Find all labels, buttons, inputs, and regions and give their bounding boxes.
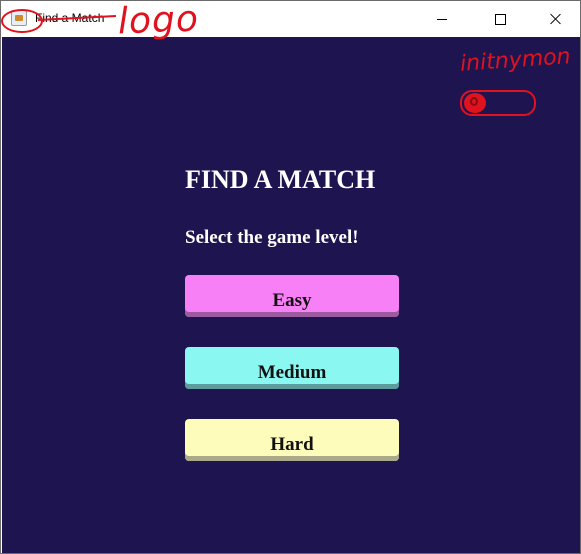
level-prompt: Select the game level!	[185, 227, 359, 248]
toggle-switch-icon	[460, 90, 536, 116]
logo-annotation: logo	[117, 0, 200, 43]
app-window: Find a Match FIND A MATCH Select the gam…	[0, 0, 581, 554]
minimize-button[interactable]	[419, 1, 465, 37]
minimize-icon	[437, 18, 447, 20]
maximize-button[interactable]	[477, 1, 523, 37]
close-icon	[550, 13, 562, 25]
maximize-icon	[494, 13, 506, 25]
title-bar[interactable]: Find a Match	[1, 1, 580, 37]
easy-button-label: Easy	[272, 290, 312, 311]
page-title: FIND A MATCH	[185, 165, 376, 194]
medium-button[interactable]: Medium	[185, 347, 399, 389]
close-button[interactable]	[533, 1, 579, 37]
logo-circle-annotation	[1, 9, 43, 33]
easy-button[interactable]: Easy	[185, 275, 399, 317]
toggle-knob-icon	[464, 93, 486, 113]
hard-button-label: Hard	[270, 434, 314, 455]
medium-button-label: Medium	[257, 362, 327, 383]
hard-button[interactable]: Hard	[185, 419, 399, 461]
